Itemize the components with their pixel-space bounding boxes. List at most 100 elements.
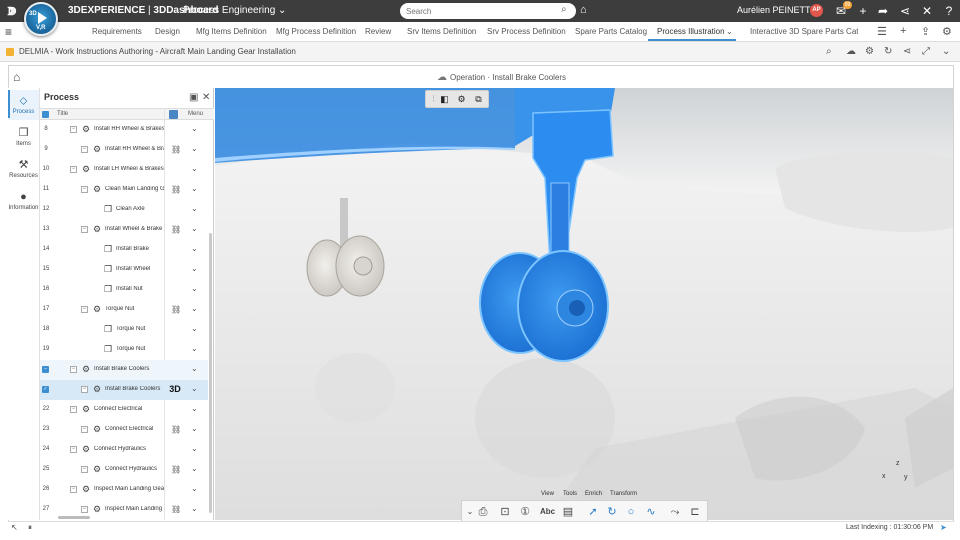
panel-scrollbar[interactable] [209,233,212,513]
camera-view-icon[interactable]: ⧉ [473,94,484,105]
tab-process-illustration[interactable]: Process Illustration [657,27,725,36]
panel-close-icon[interactable]: ✕ [202,92,210,103]
row-label[interactable]: Install Brake Coolers [105,386,164,392]
freehand-icon[interactable]: ∿ [644,505,658,519]
tree-row[interactable]: 8 − ⚙ Install RH Wheel & Brakes ⌄ [40,120,208,140]
row-label[interactable]: Connect Hydraulics [94,446,164,452]
row-menu-chevron-icon[interactable]: ⌄ [191,444,198,453]
rotate-arrow-icon[interactable]: ↻ [605,505,619,519]
tree-row[interactable]: 24 − ⚙ Connect Hydraulics ⌄ [40,440,208,460]
select-all-checkbox[interactable] [42,111,49,118]
tab-dropdown-icon[interactable]: ⌄ [726,27,733,36]
dashboard-selector[interactable]: Process Engineering ⌄ [183,5,286,16]
row-label[interactable]: Install Brake [116,246,164,252]
row-menu-chevron-icon[interactable]: ⌄ [191,504,198,513]
circle-icon[interactable]: ○ [624,505,638,519]
network-icon[interactable]: ⋖ [898,3,912,19]
search-input[interactable] [400,3,576,19]
share-icon[interactable]: ➦ [876,3,890,19]
image-icon[interactable]: ▤ [561,505,575,519]
tree-row[interactable]: 27 −⚙Inspect Main Landing Gear ⛓ ⌄ [40,500,208,513]
widget-refresh-icon[interactable]: ↻ [884,46,892,57]
panel-layout-icon[interactable]: ▣ [189,92,198,103]
expand-toggle[interactable]: − [70,486,77,493]
tree-row[interactable]: 14 ❐ Install Brake ⌄ [40,240,208,260]
expand-toggle[interactable]: − [81,386,88,393]
expand-toggle[interactable]: − [81,306,88,313]
expand-toggle[interactable]: − [70,126,77,133]
row-label[interactable]: Install RH Wheel & Brakes [94,126,164,132]
expand-toggle[interactable]: − [81,186,88,193]
compass-widget[interactable]: 3D V,R [24,2,58,36]
tree-row[interactable]: 15 ❐ Install Wheel ⌄ [40,260,208,280]
unlinked-icon[interactable]: ⛓ [171,185,181,194]
tab-view[interactable]: View [538,490,557,498]
tab-interactive-3d-spare-parts[interactable]: Interactive 3D Spare Parts Catalog [750,27,858,36]
row-menu-chevron-icon[interactable]: ⌄ [191,484,198,493]
expand-toggle[interactable]: − [70,166,77,173]
row-menu-chevron-icon[interactable]: ⌄ [191,284,198,293]
widget-maximize-icon[interactable]: ⤢ [922,46,930,57]
expand-toggle[interactable]: − [70,446,77,453]
tree-row[interactable]: 10 − ⚙ Install LH Wheel & Brakes ⌄ [40,160,208,180]
row-menu-chevron-icon[interactable]: ⌄ [191,124,198,133]
tab-share-icon[interactable]: ⇪ [921,25,930,38]
row-label[interactable]: Connect Electrical [105,426,164,432]
row-checkbox-partial[interactable]: – [42,366,49,373]
row-menu-chevron-icon[interactable]: ⌄ [191,264,198,273]
row-label[interactable]: Install LH Wheel & Brakes [94,166,164,172]
row-menu-chevron-icon[interactable]: ⌄ [191,364,198,373]
unlinked-icon[interactable]: ⛓ [171,145,181,154]
row-menu-chevron-icon[interactable]: ⌄ [191,224,198,233]
pause-icon[interactable]: ⏸ [28,523,32,533]
illustration-3d-badge[interactable]: 3D [169,384,181,394]
collapse-icon[interactable]: ⌄ [463,505,477,519]
tab-review[interactable]: Review [365,27,391,36]
row-checkbox-checked[interactable]: ✓ [42,386,49,393]
tree-row[interactable]: 17 − ⚙ Torque Nut ⛓ ⌄ [40,300,208,320]
home-icon[interactable]: ⌂ [13,70,20,84]
tree-row[interactable]: 25 − ⚙ Connect Hydraulics ⛓ ⌄ [40,460,208,480]
tab-transform[interactable]: Transform [607,490,640,498]
tree-row[interactable]: 22 − ⚙ Connect Electrical ⌄ [40,400,208,420]
unlinked-icon[interactable]: ⛓ [171,465,181,474]
widget-search-icon[interactable]: ⌕ [826,46,832,57]
expand-toggle[interactable]: − [70,406,77,413]
tab-list-icon[interactable]: ☰ [877,25,887,38]
render-style-icon[interactable]: ◧ [439,94,450,105]
row-menu-chevron-icon[interactable]: ⌄ [191,464,198,473]
row-label[interactable]: Connect Electrical [94,406,164,412]
nav-item-process[interactable]: ⬦ Process [8,90,39,120]
row-label[interactable]: Connect Hydraulics [105,466,164,472]
row-label[interactable]: Install Brake Coolers [94,366,164,372]
row-menu-chevron-icon[interactable]: ⌄ [191,144,198,153]
row-menu-chevron-icon[interactable]: ⌄ [191,344,198,353]
tab-tools[interactable]: Tools [560,490,580,498]
row-menu-chevron-icon[interactable]: ⌄ [191,404,198,413]
render-settings-icon[interactable]: ⚙ [456,94,467,105]
expand-toggle[interactable]: − [81,426,88,433]
widget-more-icon[interactable]: ⌄ [942,46,950,57]
tree-row[interactable]: 18 ❐ Torque Nut ⌄ [40,320,208,340]
tab-srv-items-definition[interactable]: Srv Items Definition [407,27,476,36]
tag-icon[interactable]: ⌂ [580,4,587,16]
ds-logo-icon[interactable]: ↇ [4,3,20,19]
avatar[interactable]: AP [810,4,823,17]
widget-cloud-icon[interactable]: ☁ [846,46,856,57]
tab-requirements[interactable]: Requirements [92,27,142,36]
row-label[interactable]: Torque Nut [116,346,164,352]
row-menu-chevron-icon[interactable]: ⌄ [191,304,198,313]
tree-row[interactable]: 13 − ⚙ Install Wheel & Brake ⛓ ⌄ [40,220,208,240]
tab-srv-process-definition[interactable]: Srv Process Definition [487,27,566,36]
unlinked-icon[interactable]: ⛓ [171,225,181,234]
expand-toggle[interactable]: − [81,226,88,233]
dimension-icon[interactable]: ⊏ [688,505,702,519]
widget-settings-icon[interactable]: ⚙ [865,46,874,57]
help-icon[interactable]: ? [942,3,956,19]
unlinked-icon[interactable]: ⛓ [171,425,181,434]
unlinked-icon[interactable]: ⛓ [171,505,181,513]
tree-row[interactable]: 16 ❐ Install Nut ⌄ [40,280,208,300]
expand-toggle[interactable]: − [70,366,77,373]
row-label[interactable]: Torque Nut [105,306,164,312]
widget-share-icon[interactable]: ⋖ [903,46,911,57]
